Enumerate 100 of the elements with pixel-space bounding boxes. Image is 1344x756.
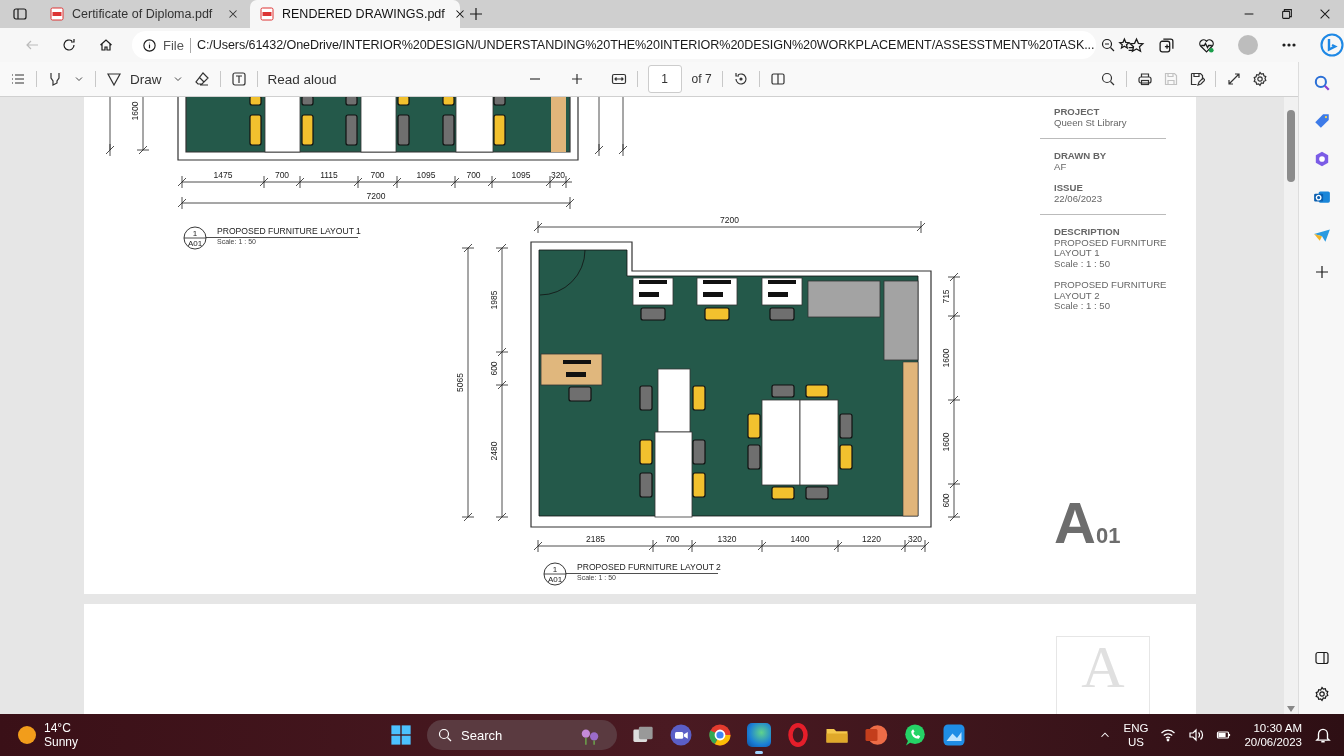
refresh-icon[interactable] xyxy=(61,37,77,53)
windows-start-icon[interactable] xyxy=(390,724,412,746)
url-text: C:/Users/61432/OneDrive/INTERIOR%20DESIGN/UNDERSTANDING%20THE%20INTERIOR%20DESIGN%20WORKPLACEMENT/ASSESSTMENT%20TASK... xyxy=(196,38,1095,52)
sun-icon[interactable] xyxy=(18,726,36,744)
home-icon[interactable] xyxy=(97,37,114,53)
fullscreen-icon[interactable] xyxy=(1226,71,1242,87)
chair xyxy=(771,384,795,398)
browser-tab[interactable]: Certificate of Diploma.pdf xyxy=(40,0,250,28)
scroll-down-icon[interactable] xyxy=(1287,706,1295,712)
contents-icon[interactable] xyxy=(10,71,26,87)
chat-app-icon[interactable] xyxy=(903,723,927,747)
read-aloud-button[interactable]: Read aloud xyxy=(267,71,337,87)
dimension-label: 1600 xyxy=(130,101,140,121)
chair xyxy=(839,413,853,439)
draw-button[interactable]: Draw xyxy=(106,71,162,87)
paper-plane-icon[interactable] xyxy=(1312,226,1331,244)
drawing-title: PROPOSED FURNITURE LAYOUT 1 xyxy=(217,226,361,236)
notification-bell-icon[interactable] xyxy=(1314,726,1332,744)
highlight-icon[interactable] xyxy=(47,71,63,87)
text-box-icon[interactable] xyxy=(230,71,247,87)
sheet-reference: A01 xyxy=(547,575,563,584)
zoom-out-icon[interactable] xyxy=(1100,37,1117,53)
reception-desk xyxy=(540,353,603,386)
restore-icon[interactable] xyxy=(1280,7,1294,21)
taskbar-search[interactable]: Search xyxy=(427,720,617,750)
favorites-icon[interactable] xyxy=(1118,36,1135,54)
chair xyxy=(493,114,506,146)
chair xyxy=(397,97,410,106)
dimension-label: 1095 xyxy=(416,170,436,180)
chair xyxy=(301,97,314,106)
collections-icon[interactable] xyxy=(1158,36,1175,54)
chair xyxy=(301,114,314,146)
wifi-icon[interactable] xyxy=(1160,727,1177,743)
dimension-label: 1115 xyxy=(320,170,338,180)
sheet-number: 01 xyxy=(1095,523,1121,549)
chair xyxy=(639,385,653,411)
rotate-icon[interactable] xyxy=(732,71,749,87)
eraser-icon[interactable] xyxy=(193,71,210,87)
mail-app-icon[interactable] xyxy=(1312,188,1331,206)
desk xyxy=(761,277,803,306)
dimension-label: 7200 xyxy=(366,191,386,201)
info-icon xyxy=(142,37,157,53)
print-icon[interactable] xyxy=(1137,71,1153,87)
volume-icon[interactable] xyxy=(1188,727,1205,743)
fit-width-icon[interactable] xyxy=(610,71,627,87)
dimension-line xyxy=(105,97,115,157)
dimension-label: 1095 xyxy=(511,170,531,180)
chair xyxy=(568,386,592,402)
browser-icon[interactable] xyxy=(747,723,771,754)
dimension-label: 1475 xyxy=(213,170,233,180)
image-app-icon[interactable] xyxy=(942,723,966,747)
new-tab-icon[interactable] xyxy=(468,6,484,22)
save-as-icon[interactable] xyxy=(1189,71,1205,87)
dimension-label: 1985 xyxy=(489,290,499,310)
close-icon[interactable] xyxy=(1318,7,1332,21)
chair xyxy=(692,472,706,498)
title-block-value: 22/06/2023 xyxy=(1054,193,1103,204)
favorite-star-icon[interactable] xyxy=(1128,36,1146,54)
chair xyxy=(639,472,653,498)
page-number-field[interactable]: 1 xyxy=(647,65,682,93)
pdf-file-icon xyxy=(50,7,64,21)
video-chat-icon[interactable] xyxy=(669,723,693,747)
title-block-value: AF xyxy=(1054,161,1068,172)
title-block-label: DESCRIPTION xyxy=(1054,227,1121,238)
dimension-label: 5065 xyxy=(455,373,465,392)
chair xyxy=(493,97,506,106)
weather-text[interactable]: Sunny xyxy=(44,735,79,749)
dimension-label: 700 xyxy=(466,170,481,180)
chair xyxy=(704,307,730,321)
language-indicator[interactable]: ENG US xyxy=(1123,721,1149,749)
temperature[interactable]: 14°C xyxy=(44,721,79,735)
dimension-label: 1600 xyxy=(941,348,951,368)
scroll-thumb[interactable] xyxy=(1287,110,1295,182)
settings-icon[interactable] xyxy=(1313,686,1330,702)
slides-app-icon[interactable] xyxy=(864,723,888,747)
search-icon[interactable] xyxy=(1100,71,1116,87)
title-block-label: PROJECT xyxy=(1054,107,1101,118)
dimension-label: 700 xyxy=(370,170,385,180)
dimension-label: 700 xyxy=(274,170,290,180)
sheet-reference: A01 xyxy=(187,239,203,248)
chat-bubble-icon[interactable] xyxy=(1320,33,1344,57)
ring-icon[interactable] xyxy=(786,723,810,747)
tab-actions-icon[interactable] xyxy=(12,6,28,22)
heart-pulse-icon[interactable] xyxy=(1198,36,1215,54)
page-count: of 7 xyxy=(691,72,712,86)
sidebar-panel-icon[interactable] xyxy=(1313,650,1330,666)
browser-icon[interactable] xyxy=(708,723,732,747)
title-block-value: Scale : 1 : 50 xyxy=(1054,258,1111,269)
desk xyxy=(632,277,674,306)
chair xyxy=(640,307,666,321)
callout-number: 1 xyxy=(552,565,558,574)
chair xyxy=(397,114,410,146)
page-view-icon[interactable] xyxy=(769,71,786,87)
add-icon[interactable] xyxy=(1313,264,1330,280)
clock[interactable]: 10:30 AM 20/06/2023 xyxy=(1244,721,1302,749)
shelf xyxy=(551,97,566,152)
dimension-line xyxy=(618,97,628,157)
table xyxy=(657,368,691,433)
dimension-label: 600 xyxy=(489,361,499,376)
settings-icon[interactable] xyxy=(1252,71,1268,87)
